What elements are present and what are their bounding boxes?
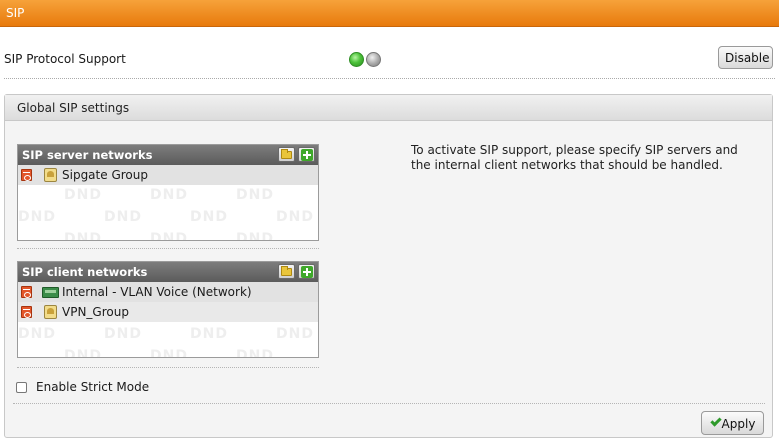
- checkmark-icon: [710, 415, 722, 427]
- strict-mode-label: Enable Strict Mode: [36, 380, 150, 394]
- delete-icon[interactable]: [21, 286, 32, 298]
- delete-icon[interactable]: [21, 169, 32, 181]
- server-add-icon[interactable]: [298, 147, 315, 162]
- sip-protocol-support-row: SIP Protocol Support Disable: [0, 38, 779, 78]
- list-item-label: Sipgate Group: [62, 168, 148, 182]
- strict-mode-checkbox[interactable]: [16, 381, 27, 393]
- sip-server-networks-header: SIP server networks: [18, 145, 318, 165]
- sip-server-networks-box[interactable]: SIP server networks DND DND DND DND DND …: [17, 144, 319, 241]
- status-indicator: [349, 52, 381, 67]
- apply-label: Apply: [721, 417, 756, 431]
- sip-server-networks-title: SIP server networks: [22, 148, 153, 162]
- network-icon: [42, 287, 59, 298]
- apply-button[interactable]: Apply: [701, 411, 764, 435]
- status-on-led-icon: [349, 52, 364, 67]
- server-folder-open-icon[interactable]: [278, 147, 295, 162]
- sip-client-networks-title: SIP client networks: [22, 265, 148, 279]
- divider: [13, 403, 765, 404]
- divider: [4, 78, 775, 79]
- disable-button[interactable]: Disable: [718, 46, 773, 69]
- sip-help-text: To activate SIP support, please specify …: [411, 143, 738, 172]
- list-item-label: VPN_Group: [62, 305, 129, 319]
- client-folder-open-icon[interactable]: [278, 264, 295, 279]
- list-item[interactable]: Sipgate Group: [18, 165, 318, 185]
- sip-protocol-support-label: SIP Protocol Support: [4, 52, 126, 66]
- panel-title: Global SIP settings: [5, 95, 772, 121]
- window-title-bar: SIP: [0, 0, 779, 27]
- status-off-led-icon: [366, 52, 381, 67]
- sip-client-networks-box[interactable]: SIP client networks DND DND DND DND DND …: [17, 261, 319, 358]
- global-sip-settings-panel: Global SIP settings SIP server networks …: [4, 94, 773, 438]
- strict-mode-option[interactable]: Enable Strict Mode: [16, 379, 149, 395]
- list-item[interactable]: VPN_Group: [18, 302, 318, 322]
- client-add-icon[interactable]: [298, 264, 315, 279]
- divider: [17, 248, 319, 249]
- group-icon: [44, 168, 57, 182]
- divider: [17, 367, 319, 368]
- window-title: SIP: [6, 6, 25, 20]
- list-item-label: Internal - VLAN Voice (Network): [62, 285, 252, 299]
- delete-icon[interactable]: [21, 306, 32, 318]
- list-item[interactable]: Internal - VLAN Voice (Network): [18, 282, 318, 302]
- group-icon: [44, 305, 57, 319]
- sip-client-networks-header: SIP client networks: [18, 262, 318, 282]
